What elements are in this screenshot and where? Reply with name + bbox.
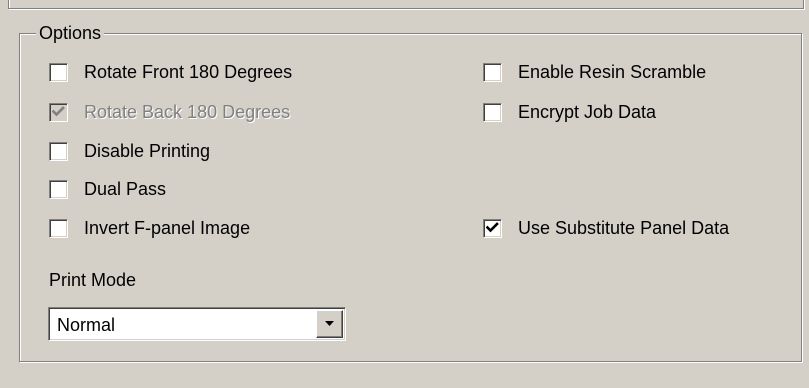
checkbox-box[interactable] bbox=[49, 218, 68, 238]
checkbox-label: Use Substitute Panel Data bbox=[518, 218, 730, 238]
print-mode-select[interactable]: Normal bbox=[48, 307, 346, 341]
checkbox-box[interactable] bbox=[49, 179, 68, 199]
options-group-title: Options bbox=[36, 22, 105, 44]
checkbox-dual-pass[interactable]: Dual Pass bbox=[49, 177, 166, 201]
checkmark-icon bbox=[52, 105, 65, 116]
checkbox-label: Encrypt Job Data bbox=[518, 102, 657, 122]
checkbox-label: Rotate Back 180 Degrees bbox=[84, 102, 291, 122]
checkbox-disable-printing[interactable]: Disable Printing bbox=[49, 139, 210, 163]
checkbox-box[interactable] bbox=[483, 102, 502, 122]
checkbox-label: Dual Pass bbox=[84, 179, 167, 199]
checkbox-label: Enable Resin Scramble bbox=[518, 62, 707, 82]
checkmark-icon bbox=[486, 221, 499, 232]
checkbox-enable-resin-scramble[interactable]: Enable Resin Scramble bbox=[483, 60, 706, 84]
dropdown-button[interactable] bbox=[316, 310, 343, 338]
checkbox-label: Rotate Front 180 Degrees bbox=[84, 62, 293, 82]
checkbox-label: Invert F-panel Image bbox=[84, 218, 251, 238]
checkbox-use-substitute-panel-data[interactable]: Use Substitute Panel Data bbox=[483, 216, 729, 240]
checkbox-rotate-back: Rotate Back 180 Degrees bbox=[49, 100, 290, 124]
top-group-frame bbox=[8, 0, 804, 9]
checkbox-box[interactable] bbox=[483, 62, 502, 82]
checkbox-encrypt-job-data[interactable]: Encrypt Job Data bbox=[483, 100, 656, 124]
checkbox-box[interactable] bbox=[49, 141, 68, 161]
checkbox-box bbox=[49, 102, 68, 122]
checkbox-label: Disable Printing bbox=[84, 141, 211, 161]
print-mode-label: Print Mode bbox=[49, 270, 137, 290]
chevron-down-icon bbox=[325, 321, 334, 326]
checkbox-invert-f-panel[interactable]: Invert F-panel Image bbox=[49, 216, 250, 240]
checkbox-rotate-front[interactable]: Rotate Front 180 Degrees bbox=[49, 60, 292, 84]
checkbox-box[interactable] bbox=[483, 218, 502, 238]
checkbox-box[interactable] bbox=[49, 62, 68, 82]
print-mode-value: Normal bbox=[57, 315, 116, 335]
